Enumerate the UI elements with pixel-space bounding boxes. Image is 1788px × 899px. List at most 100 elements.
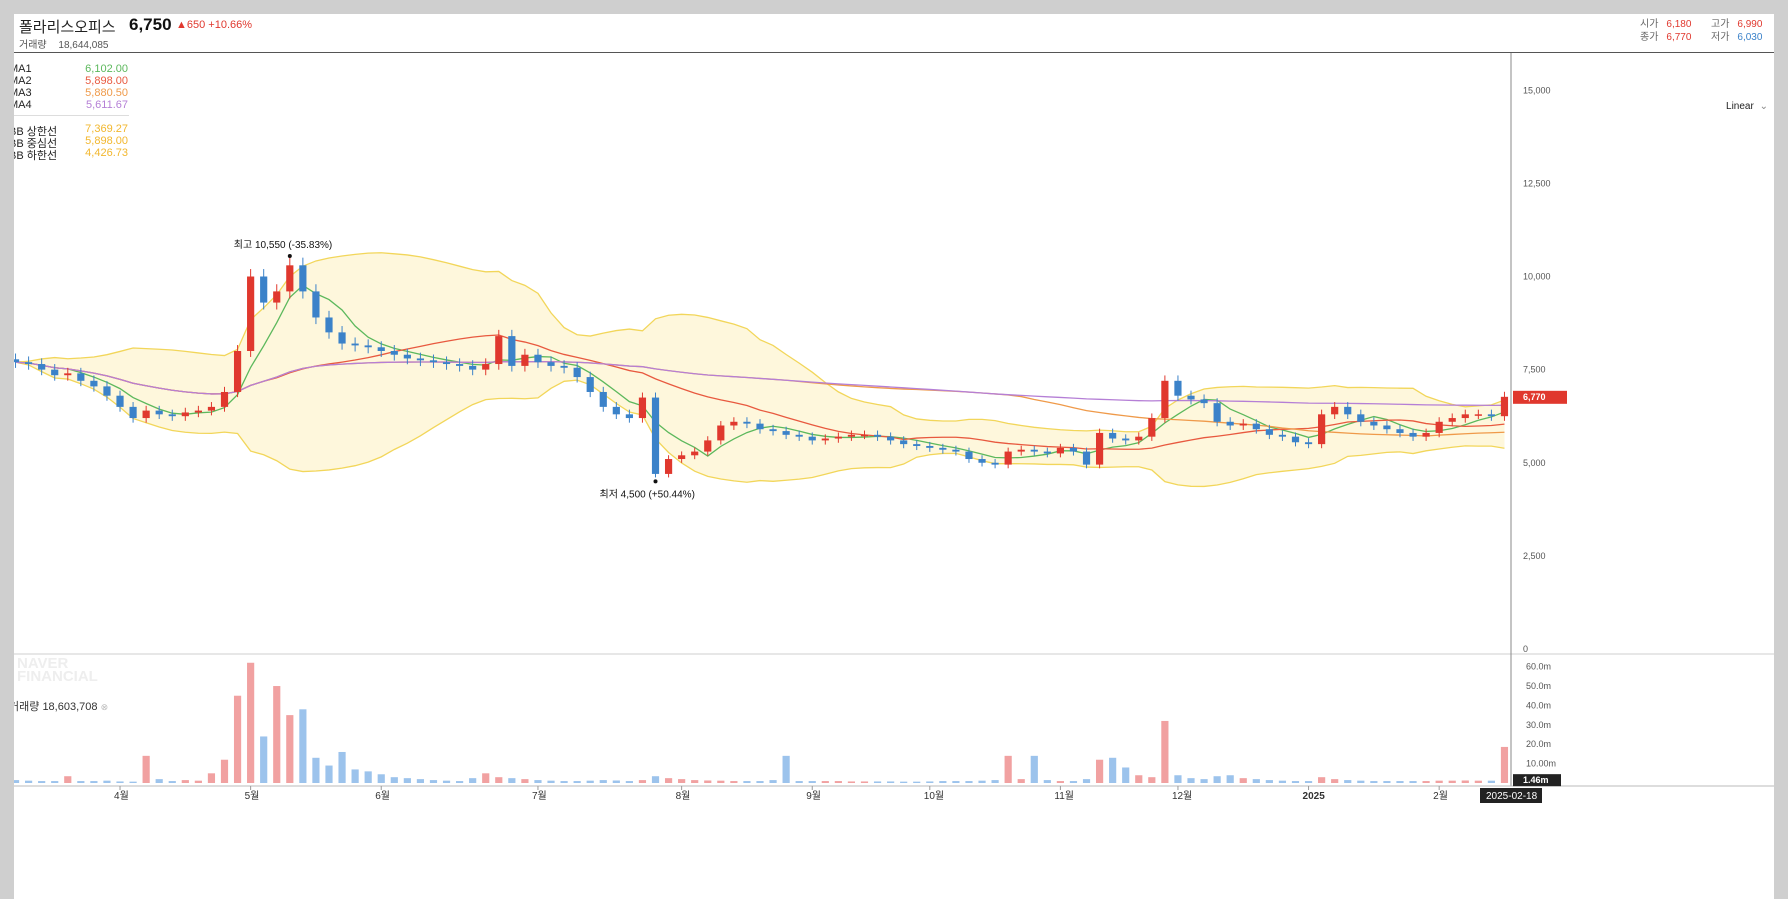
current-price-tag-label: 6,770 [1523,392,1546,402]
candle-body [756,423,764,430]
volume-bar [1200,779,1208,783]
legend-label: MA4 [14,99,32,111]
candle-body [469,365,477,370]
legend-label: MA2 [14,75,32,87]
volume-bar [651,776,660,783]
candle-body [495,336,503,365]
volume-bar [233,695,242,783]
candle-body [377,347,385,351]
candle-body [90,380,98,387]
candle-body [508,336,516,366]
volume-bar [495,777,503,783]
volume-bar [442,780,451,783]
candle-body [1109,432,1117,439]
stock-name: 폴라리스오피스 [19,19,116,36]
candle-body [1122,438,1130,441]
chart-area[interactable]: 15,000 12,500 10,000 7,500 5,000 2,500 0 6,770 6… [14,53,1774,899]
x-tick-label: 10월 [924,790,944,802]
candle-body [743,421,751,424]
volume-bar [207,773,216,783]
volume-bar [743,781,751,783]
volume-tick-label: 60.0m [1526,662,1551,672]
volume-bar [1435,780,1443,783]
volume-bar [1331,779,1339,783]
volume-bar [887,781,895,783]
close-icon[interactable]: ⊗ [101,702,109,712]
volume-bar [586,780,594,783]
volume-bar [24,780,33,783]
candle-body [1187,395,1195,400]
candlestick [24,356,33,370]
volume-bar [181,780,189,783]
candle-body [625,414,633,419]
legend-label: MA1 [14,63,32,75]
x-tick-label: 2월 [1433,790,1448,802]
volume-bar [691,780,699,783]
candle-body [1422,432,1430,437]
volume-bar [1252,779,1260,783]
candle-body [717,425,725,441]
volume-bar [926,781,934,783]
candle-body [638,397,647,419]
candle-body [1435,421,1443,433]
candle-body [1461,414,1469,419]
volume-bar [1383,781,1391,783]
volume-bar [769,780,777,783]
price-chart[interactable]: 15,000 12,500 10,000 7,500 5,000 2,500 0 6,770 6… [14,53,1774,899]
volume-bar [939,781,947,783]
volume-bar [1095,759,1104,783]
volume-bar [364,771,372,783]
high-marker [287,254,292,259]
candle-body [1200,399,1208,404]
volume-bar [1069,781,1078,783]
volume-bar [1265,780,1273,783]
candle-body [1056,447,1064,454]
legend-value: 4,426.73 [85,147,128,159]
volume-bar [834,781,842,783]
y-tick-label: 15,000 [1523,85,1551,95]
legend-value: 5,898.00 [85,75,128,87]
candle-body [978,459,986,463]
volume-bar [64,776,72,783]
ohlc-close: 종가 6,770 [1640,28,1691,43]
volume-bar [1148,777,1156,783]
volume-bar [260,736,268,783]
candle-body [1448,418,1456,422]
volume-bar [678,779,686,783]
scale-mode-toggle[interactable]: Linear ⌄ [1726,101,1768,112]
candlestick [1318,409,1326,449]
ohlc-low: 저가 6,030 [1711,28,1762,43]
y-tick-label: 12,500 [1523,178,1551,188]
volume-bar [469,778,477,783]
legend-value: 7,369.27 [85,123,128,135]
x-tick-label: 11월 [1054,790,1074,802]
volume-tick-label: 10.00m [1526,759,1556,769]
y-tick-label: 7,500 [1523,365,1546,375]
candle-body [821,438,829,441]
volume-bar [1135,775,1143,783]
volume-bar [220,759,229,783]
scale-mode-label: Linear [1726,101,1754,112]
y-tick-label: 2,500 [1523,551,1546,561]
candlestick [1161,375,1169,423]
candle-body [103,386,111,396]
volume-bar [1122,767,1130,783]
volume-bar [403,778,411,783]
candle-body [1213,403,1221,422]
candle-body [260,276,268,303]
candle-body [325,317,333,333]
volume-bar [900,781,908,783]
legend-value: 5,880.50 [85,87,128,99]
candle-body [456,364,464,366]
volume-bar [1304,781,1313,783]
volume-bar [573,781,581,783]
candle-body [599,391,607,407]
candle-body [873,434,882,437]
volume-bar [952,781,960,783]
header-volume-label: 거래량 [19,40,47,51]
volume-bar [155,779,163,783]
volume-bar [547,780,555,783]
volume-bar [51,781,59,783]
candle-body [1161,380,1169,419]
candle-body [1396,429,1404,433]
